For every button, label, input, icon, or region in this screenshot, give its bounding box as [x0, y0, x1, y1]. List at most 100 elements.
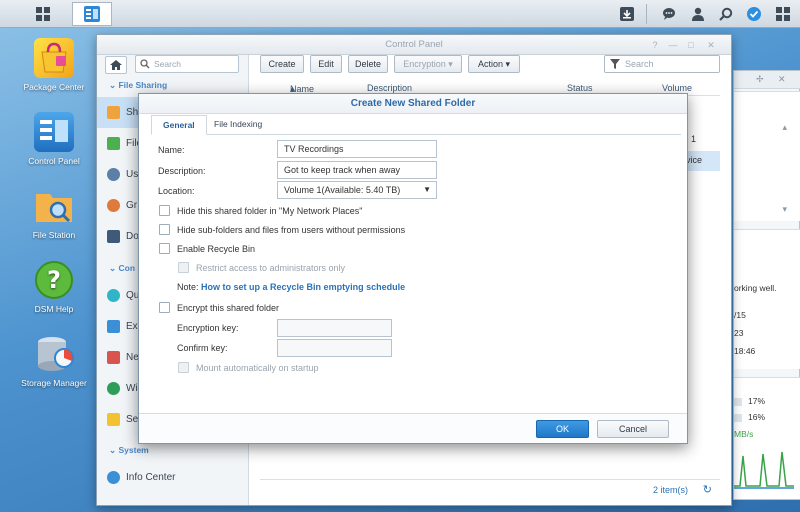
column-description[interactable]: Description [367, 83, 412, 93]
widget-panel: ✢ ✕ ▴ ▾ orking well. /15 23 18:46 17% 16… [733, 70, 800, 500]
hide-network-checkbox-row[interactable]: Hide this shared folder in "My Network P… [159, 205, 362, 216]
recycle-bin-note: Note: How to set up a Recycle Bin emptyi… [177, 282, 405, 292]
search-icon[interactable] [713, 0, 739, 28]
action-dropdown[interactable]: Action ▾ [468, 55, 520, 73]
encryption-key-label: Encryption key: [177, 323, 239, 333]
search-placeholder: Search [154, 59, 181, 69]
encrypt-checkbox[interactable] [159, 302, 170, 313]
search-icon [140, 59, 150, 69]
desktop-control-panel[interactable]: Control Panel [19, 112, 89, 166]
encryption-key-input[interactable] [277, 319, 392, 337]
ram-value: 16% [748, 412, 766, 422]
desktop-storage-manager[interactable]: Storage Manager [19, 334, 89, 388]
checkbox-label: Hide this shared folder in "My Network P… [177, 205, 363, 216]
close-icon[interactable]: ✕ [778, 74, 786, 85]
shield-icon [107, 413, 120, 426]
sidebar-item-label: Info Center [126, 472, 176, 483]
table-cell: vice [685, 155, 702, 165]
maximize-icon[interactable]: □ [685, 39, 697, 51]
edit-button[interactable]: Edit [310, 55, 342, 73]
close-icon[interactable]: ✕ [705, 39, 717, 51]
location-label: Location: [158, 186, 195, 196]
download-icon[interactable] [614, 0, 640, 28]
chat-icon[interactable] [656, 0, 682, 28]
column-volume[interactable]: Volume [662, 83, 692, 93]
recycle-bin-checkbox[interactable] [159, 243, 170, 254]
column-status[interactable]: Status [567, 83, 593, 93]
home-button[interactable] [105, 56, 127, 74]
tab-general[interactable]: General [151, 115, 207, 135]
sidebar-item-label: Ex [126, 321, 138, 332]
checkbox-label: Hide sub-folders and files from users wi… [177, 224, 406, 235]
mount-startup-checkbox[interactable] [178, 362, 189, 373]
mount-startup-checkbox-row[interactable]: Mount automatically on startup [178, 362, 319, 373]
minimize-icon[interactable]: — [667, 39, 679, 51]
desktop-icon-label: Package Center [23, 82, 85, 92]
file-services-icon [107, 137, 120, 150]
pin-icon[interactable]: ✢ [756, 74, 764, 85]
widget-header: ✢ ✕ [734, 71, 800, 89]
desktop-dsm-help[interactable]: ? DSM Help [19, 260, 89, 314]
main-menu-icon[interactable] [30, 2, 56, 26]
filter-placeholder: Search [625, 59, 654, 69]
dialog-tabs: General File Indexing [151, 115, 681, 135]
restrict-admin-checkbox[interactable] [178, 262, 189, 273]
note-prefix: Note: [177, 282, 199, 292]
apps-icon[interactable] [770, 0, 796, 28]
recycle-bin-checkbox-row[interactable]: Enable Recycle Bin [159, 243, 255, 254]
refresh-icon[interactable]: ↻ [703, 483, 712, 496]
encrypt-checkbox-row[interactable]: Encrypt this shared folder [159, 302, 279, 313]
section-connectivity[interactable]: ⌄ Con [109, 263, 135, 274]
filter-search-input[interactable]: Search [604, 55, 720, 73]
checkbox-label: Enable Recycle Bin [177, 243, 256, 254]
desktop-icon-label: Storage Manager [21, 378, 87, 388]
network-speed: MB/s [734, 429, 754, 439]
caret-down-icon: ▼ [423, 185, 431, 194]
sidebar-item-label: Gr [126, 200, 138, 211]
hide-subfolders-checkbox-row[interactable]: Hide sub-folders and files from users wi… [159, 224, 405, 235]
widget-block-1: ▴ ▾ [734, 91, 800, 221]
scroll-up-icon[interactable]: ▴ [782, 122, 787, 133]
delete-button[interactable]: Delete [348, 55, 388, 73]
create-shared-folder-dialog: Create New Shared Folder General File In… [138, 93, 688, 444]
desktop-file-station[interactable]: File Station [19, 186, 89, 240]
dialog-footer: OK Cancel [139, 413, 687, 443]
dialog-title[interactable]: Create New Shared Folder [139, 94, 687, 114]
filter-icon [610, 59, 620, 69]
hide-network-checkbox[interactable] [159, 205, 170, 216]
external-access-icon [107, 320, 120, 333]
confirm-key-input[interactable] [277, 339, 392, 357]
package-center-icon [34, 38, 74, 78]
tab-file-indexing[interactable]: File Indexing [203, 115, 273, 135]
encryption-dropdown[interactable]: Encryption ▾ [394, 55, 462, 73]
shared-folder-icon [107, 106, 120, 119]
encryption-label: Encryption [403, 59, 446, 69]
section-label: File Sharing [118, 80, 168, 90]
checkbox-label: Mount automatically on startup [196, 362, 319, 373]
desktop-icon-label: File Station [32, 230, 76, 240]
help-icon[interactable]: ? [649, 39, 661, 51]
window-titlebar[interactable]: Control Panel ? — □ ✕ [97, 35, 731, 55]
sidebar-item-label: Wi [126, 383, 138, 394]
user-icon[interactable] [685, 0, 711, 28]
section-label: Con [118, 263, 136, 273]
ok-button[interactable]: OK [536, 420, 589, 438]
sidebar-search-input[interactable]: Search [135, 55, 239, 73]
control-panel-app-icon[interactable] [72, 2, 112, 26]
desktop-icon-label: DSM Help [34, 304, 74, 314]
name-input[interactable]: TV Recordings [277, 140, 437, 158]
desktop-package-center[interactable]: Package Center [19, 38, 89, 92]
recycle-bin-schedule-link[interactable]: How to set up a Recycle Bin emptying sch… [201, 282, 405, 292]
description-input[interactable]: Got to keep track when away [277, 161, 437, 179]
section-system[interactable]: ⌄ System [109, 445, 149, 456]
checkbox-label: Restrict access to administrators only [196, 262, 346, 273]
section-file-sharing[interactable]: ⌄ File Sharing [109, 80, 167, 91]
restrict-admin-checkbox-row[interactable]: Restrict access to administrators only [178, 262, 345, 273]
cancel-button[interactable]: Cancel [597, 420, 669, 438]
scroll-down-icon[interactable]: ▾ [782, 204, 787, 215]
create-button[interactable]: Create [260, 55, 304, 73]
sidebar-item-info-center[interactable]: Info Center [97, 462, 237, 493]
location-select[interactable]: Volume 1(Available: 5.40 TB) ▼ [277, 181, 437, 199]
hide-subfolders-checkbox[interactable] [159, 224, 170, 235]
widgets-icon[interactable] [741, 0, 767, 28]
